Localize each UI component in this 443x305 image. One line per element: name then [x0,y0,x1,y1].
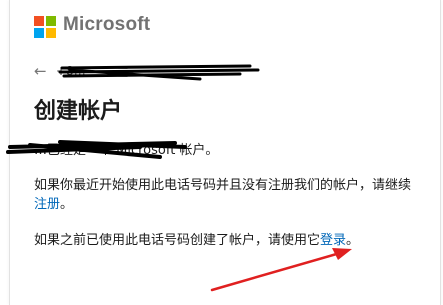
new-user-end: 。 [60,197,74,212]
new-user-text: 如果你最近开始使用此电话号码并且没有注册我们的帐户，请继续 [34,178,412,193]
existing-user-text: 如果之前已使用此电话号码创建了帐户，请使用它 [34,233,321,248]
signup-link[interactable]: 注册 [34,197,60,212]
page-title: 创建帐户 [34,99,123,124]
account-exists-message: …已经是一个 Microsoft 帐户。 [34,143,219,158]
new-user-paragraph: 如果你最近开始使用此电话号码并且没有注册我们的帐户，请继续 注册。 [34,176,419,214]
existing-user-paragraph: 如果之前已使用此电话号码创建了帐户，请使用它登录。 [34,231,419,250]
microsoft-logo-icon [34,16,56,38]
arrow-left-icon[interactable]: ← [34,61,52,81]
brand-name: Microsoft [63,14,151,35]
signin-link[interactable]: 登录 [320,233,346,248]
existing-user-end: 。 [346,233,360,248]
identity-text: +8… [56,64,86,78]
back-identity-row[interactable]: ← +8… [34,61,264,81]
